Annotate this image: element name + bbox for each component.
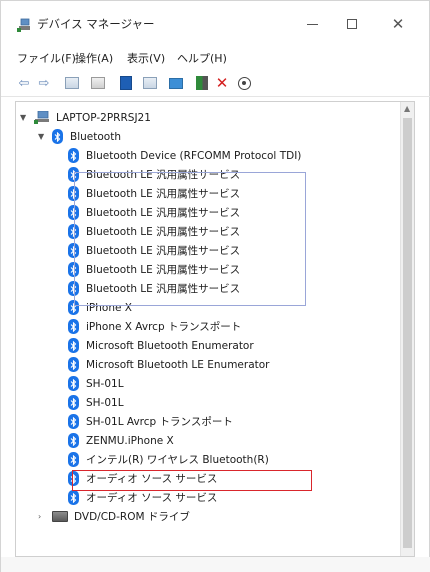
forward-button[interactable]: ⇨ [35, 74, 53, 92]
device-label: iPhone X Avrcp トランスポート [86, 321, 242, 333]
maximize-icon [347, 19, 357, 29]
uninstall-button[interactable]: ✕ [213, 74, 231, 92]
device-label: ZENMU.iPhone X [86, 434, 174, 447]
bluetooth-icon [68, 433, 79, 448]
back-button[interactable]: ⇦ [15, 74, 33, 92]
device-row[interactable]: Microsoft Bluetooth LE Enumerator [68, 355, 270, 374]
device-tree[interactable]: ▲ ▼ LAPTOP-2PRRSJ21 ▼ Bluetooth Bluetoot… [15, 101, 415, 557]
intel-wireless-highlight-box [72, 470, 312, 491]
device-row[interactable]: Bluetooth Device (RFCOMM Protocol TDI) [68, 146, 301, 165]
scan-hardware-icon [237, 76, 251, 90]
scan-hardware-button[interactable] [235, 74, 253, 92]
forward-arrow-icon: ⇨ [38, 75, 50, 91]
close-button[interactable]: ✕ [383, 13, 413, 35]
device-label: インテル(R) ワイヤレス Bluetooth(R) [86, 454, 269, 466]
tree-node-bluetooth[interactable]: ▼ Bluetooth [38, 127, 121, 146]
device-label: SH-01L Avrcp トランスポート [86, 416, 233, 428]
vertical-scrollbar[interactable]: ▲ [400, 102, 414, 556]
monitor-icon [169, 77, 183, 89]
device-row[interactable]: インテル(R) ワイヤレス Bluetooth(R) [68, 450, 269, 469]
enable-device-button[interactable] [193, 74, 211, 92]
device-row[interactable]: iPhone X Avrcp トランスポート [68, 317, 241, 336]
driver-update-button[interactable] [117, 74, 135, 92]
category-label: Bluetooth [70, 130, 121, 143]
device-manager-window: デバイス マネージャー ✕ ファイル(F) 操作(A) 表示(V) ヘルプ(H)… [0, 0, 430, 572]
menu-bar: ファイル(F) 操作(A) 表示(V) ヘルプ(H) [1, 47, 430, 69]
close-icon: ✕ [391, 14, 405, 33]
bluetooth-icon [68, 376, 79, 391]
device-label: Bluetooth Device (RFCOMM Protocol TDI) [86, 149, 302, 162]
menu-file[interactable]: ファイル(F) [17, 50, 76, 66]
bluetooth-icon [68, 338, 79, 353]
device-label: オーディオ ソース サービス [86, 492, 218, 504]
bluetooth-icon [68, 319, 79, 334]
menu-help[interactable]: ヘルプ(H) [177, 50, 227, 66]
expand-chevron-icon[interactable]: › [38, 512, 48, 521]
bluetooth-icon [68, 414, 79, 429]
menu-view[interactable]: 表示(V) [127, 50, 165, 66]
uninstall-x-icon: ✕ [215, 73, 229, 92]
scroll-thumb[interactable] [403, 118, 412, 548]
maximize-button[interactable] [337, 13, 367, 35]
driver-update-icon [120, 76, 132, 90]
category-label: DVD/CD-ROM ドライブ [74, 511, 190, 523]
device-label: Microsoft Bluetooth LE Enumerator [86, 358, 270, 371]
computer-name: LAPTOP-2PRRSJ21 [56, 111, 151, 124]
enable-device-icon [196, 76, 208, 90]
device-manager-icon [17, 18, 30, 32]
device-row[interactable]: SH-01L Avrcp トランスポート [68, 412, 233, 431]
properties-button[interactable] [63, 74, 81, 92]
device-list-button[interactable] [141, 74, 159, 92]
device-label: Microsoft Bluetooth Enumerator [86, 339, 254, 352]
device-row[interactable]: SH-01L [68, 393, 124, 412]
computer-icon [34, 111, 49, 124]
view-icon [91, 77, 105, 89]
dvd-drive-icon [52, 511, 68, 522]
toolbar: ⇦ ⇨ ✕ [1, 69, 430, 97]
tree-node-computer[interactable]: ▼ LAPTOP-2PRRSJ21 [20, 108, 151, 127]
title-bar[interactable]: デバイス マネージャー ✕ [1, 1, 430, 47]
bluetooth-icon [68, 357, 79, 372]
scroll-up-icon[interactable]: ▲ [404, 104, 410, 113]
device-label: SH-01L [86, 377, 124, 390]
le-services-highlight-box [74, 172, 306, 306]
device-label: SH-01L [86, 396, 124, 409]
menu-action[interactable]: 操作(A) [75, 50, 113, 66]
monitor-button[interactable] [167, 74, 185, 92]
minimize-button[interactable] [297, 13, 327, 35]
bluetooth-icon [68, 452, 79, 467]
device-list-icon [143, 77, 157, 89]
device-row[interactable]: ZENMU.iPhone X [68, 431, 174, 450]
status-bar [1, 557, 430, 572]
collapse-chevron-icon[interactable]: ▼ [20, 113, 30, 122]
bluetooth-icon [68, 148, 79, 163]
bluetooth-icon [52, 129, 63, 144]
collapse-chevron-icon[interactable]: ▼ [38, 132, 48, 141]
device-row[interactable]: Microsoft Bluetooth Enumerator [68, 336, 254, 355]
device-row[interactable]: SH-01L [68, 374, 124, 393]
bluetooth-icon [68, 490, 79, 505]
properties-icon [65, 77, 79, 89]
minimize-icon [306, 23, 318, 25]
window-title: デバイス マネージャー [37, 17, 155, 31]
tree-node-dvd[interactable]: › DVD/CD-ROM ドライブ [38, 507, 190, 526]
back-arrow-icon: ⇦ [18, 75, 30, 91]
bluetooth-icon [68, 395, 79, 410]
view-button[interactable] [89, 74, 107, 92]
